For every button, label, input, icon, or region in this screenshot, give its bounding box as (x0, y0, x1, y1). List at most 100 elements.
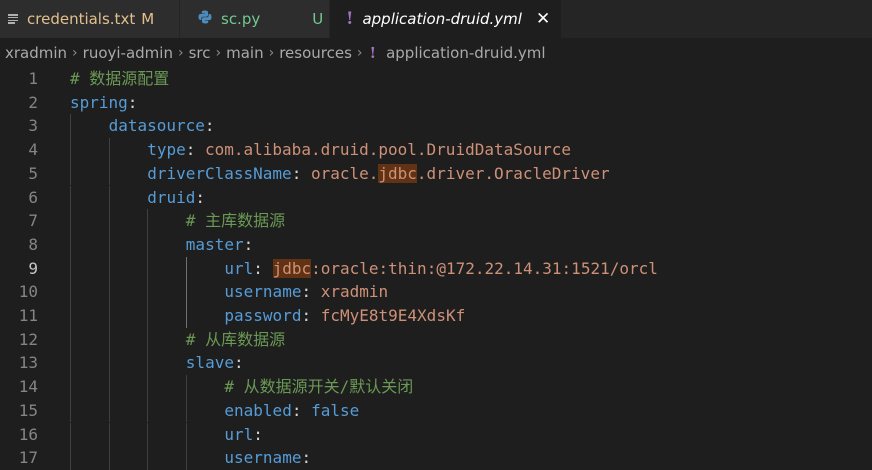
indent-guide (70, 398, 71, 423)
code-line[interactable]: 5 driverClassName: oracle.jdbc.driver.Ora… (0, 161, 872, 186)
code-line[interactable]: 1 # 数据源配置 (0, 67, 872, 91)
code-token: slave (185, 353, 234, 373)
code-token: com.alibaba.druid.pool.DruidDataSource (204, 140, 572, 160)
tab-sc-py[interactable]: sc.py U (180, 0, 330, 38)
code-line[interactable]: 10 username: xradmin (0, 280, 872, 304)
code-token: spring (70, 92, 128, 112)
tab-bar: credentials.txt M sc.py U ! application-… (0, 0, 872, 38)
close-icon[interactable]: ✕ (536, 9, 550, 29)
line-number: 4 (28, 140, 38, 160)
code-content: slave: (186, 351, 244, 375)
indent-guide (70, 185, 71, 210)
search-highlight: jdbc (378, 163, 417, 183)
yaml-icon: ! (369, 44, 377, 62)
indent-guide (147, 327, 149, 352)
indent-guide (70, 256, 71, 281)
chevron-right-icon: › (177, 45, 184, 61)
code-token: : (243, 234, 254, 254)
line-number: 11 (18, 306, 38, 325)
code-token: :oracle:thin:@172.22.14.31:1521/orcl (311, 258, 658, 278)
indent-guide (70, 446, 71, 470)
code-token: driverClassName (147, 163, 292, 183)
code-token: xradmin (320, 282, 389, 302)
line-number: 16 (18, 424, 38, 444)
code-content: type: com.alibaba.druid.pool.DruidDataSo… (147, 138, 571, 162)
chevron-right-icon: › (268, 45, 275, 61)
code-token: datasource (108, 116, 205, 136)
code-content: master: (186, 233, 253, 257)
breadcrumb-item[interactable]: ruoyi-admin (83, 44, 173, 62)
code-line[interactable]: 8 master: (0, 232, 872, 257)
line-number: 3 (28, 116, 38, 136)
code-content: datasource: (109, 114, 215, 138)
code-token: # 数据源配置 (70, 69, 170, 88)
breadcrumb-file[interactable]: application-druid.yml (386, 44, 545, 62)
code-token: : (253, 258, 273, 278)
indent-guide (147, 209, 149, 233)
tab-application-druid[interactable]: ! application-druid.yml ✕ (330, 0, 562, 38)
code-token: druid (147, 187, 196, 207)
code-line[interactable]: 6 druid: (0, 185, 872, 210)
code-token: # 主库数据源 (185, 211, 286, 231)
breadcrumb-item[interactable]: src (189, 44, 211, 62)
indent-guide (108, 422, 110, 447)
indent-guide (108, 232, 110, 257)
indent-guide (108, 351, 110, 376)
indent-guide (185, 304, 187, 328)
line-number: 6 (28, 187, 38, 207)
indent-guide (108, 446, 110, 470)
code-line[interactable]: 4 type: com.alibaba.druid.pool.DruidDataS… (0, 138, 872, 162)
breadcrumb-item[interactable]: xradmin (5, 44, 67, 62)
code-content: username: xradmin (224, 280, 388, 304)
tab-credentials[interactable]: credentials.txt M (0, 0, 180, 38)
line-number: 14 (18, 377, 38, 397)
code-token: false (311, 400, 360, 420)
breadcrumb-item[interactable]: resources (279, 44, 352, 62)
code-line[interactable]: 7 # 主库数据源 (0, 209, 872, 233)
code-token: # 从库数据源 (185, 329, 286, 349)
indent-guide (147, 304, 149, 328)
indent-guide (185, 256, 187, 281)
tab-label: credentials.txt (27, 10, 136, 28)
code-token: url (224, 258, 254, 278)
text-file-icon (8, 14, 18, 24)
code-token: : (185, 140, 205, 160)
indent-guide (108, 185, 110, 210)
code-token: type (147, 140, 186, 160)
chevron-right-icon: › (72, 45, 78, 61)
indent-guide (185, 280, 187, 304)
python-icon (198, 10, 212, 28)
indent-guide (147, 232, 149, 257)
code-token: fcMyE8t9E4XdsKf (320, 306, 466, 325)
code-content: druid: (147, 186, 205, 210)
line-number: 2 (28, 92, 38, 112)
code-line[interactable]: 13 slave: (0, 351, 872, 376)
code-token: : (291, 400, 312, 420)
indent-guide (108, 375, 110, 399)
code-token: .driver.OracleDriver (416, 163, 610, 183)
code-line[interactable]: 16 url: (0, 422, 872, 447)
indent-guide (108, 138, 110, 162)
chevron-right-icon: › (356, 45, 363, 61)
line-number: 13 (18, 353, 38, 373)
code-line[interactable]: 15 enabled: false (0, 398, 872, 423)
code-editor[interactable]: 1 # 数据源配置 2 spring: 3 datasource: 4 type: com.a… (0, 67, 872, 470)
code-token: password (224, 306, 302, 325)
code-line[interactable]: 17 username: (0, 446, 872, 470)
indent-guide (108, 256, 110, 281)
line-number: 7 (28, 211, 38, 231)
code-line[interactable]: 2 spring: (0, 91, 872, 115)
breadcrumb-item[interactable]: main (226, 44, 263, 62)
code-line[interactable]: 9 url: jdbc:oracle:thin:@172.22.14.31:152… (0, 256, 872, 281)
code-line[interactable]: 14 # 从数据源开关/默认关闭 (0, 375, 872, 399)
code-token: : (253, 424, 263, 444)
code-token: username (224, 448, 302, 468)
code-content: url: jdbc:oracle:thin:@172.22.14.31:1521… (224, 257, 658, 281)
indent-guide (70, 280, 71, 304)
code-line[interactable]: 12 # 从库数据源 (0, 327, 872, 352)
code-line[interactable]: 11 password: fcMyE8t9E4XdsKf (0, 304, 872, 328)
line-number: 17 (18, 448, 38, 468)
code-line[interactable]: 3 datasource: (0, 114, 872, 139)
indent-guide (185, 446, 187, 470)
tab-label: application-druid.yml (362, 10, 522, 28)
